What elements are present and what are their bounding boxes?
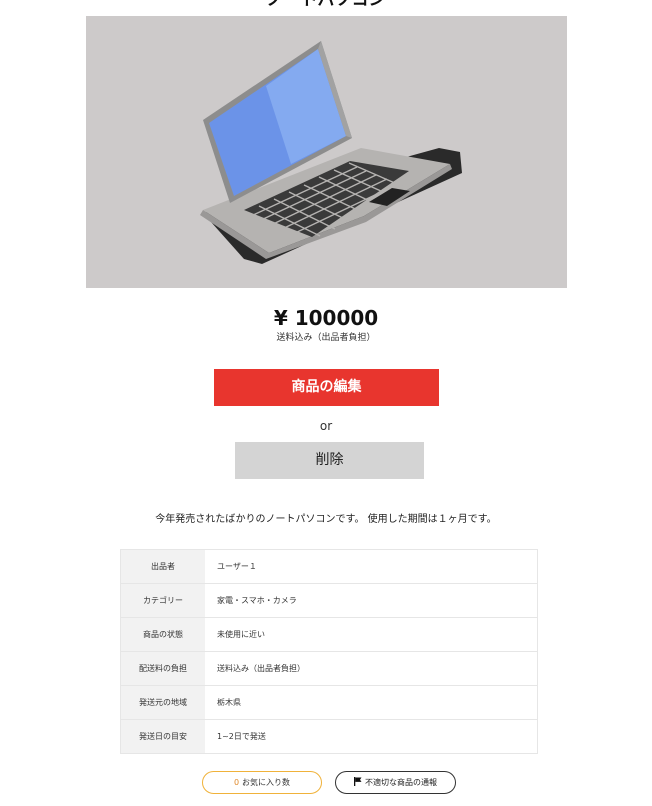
edit-product-button[interactable]: 商品の編集 [214, 369, 439, 406]
flag-icon [354, 777, 362, 786]
detail-value-category: 家電・スマホ・カメラ [205, 583, 538, 618]
report-label: 不適切な商品の通報 [365, 778, 437, 787]
detail-value-seller: ユーザー１ [217, 561, 257, 571]
detail-label-seller: 出品者 [120, 549, 205, 584]
detail-value-origin: 栃木県 [205, 685, 538, 720]
product-price: ¥ 100000 [273, 306, 379, 330]
laptop-image [200, 41, 462, 264]
table-row: 発送日の目安 1~2日で発送 [120, 719, 538, 754]
or-separator: or [319, 419, 333, 433]
report-button[interactable]: 不適切な商品の通報 [335, 771, 456, 794]
table-row: 発送元の地域 栃木県 [120, 685, 538, 720]
detail-value-ship-days: 1~2日で発送 [205, 719, 538, 754]
detail-label-condition: 商品の状態 [120, 617, 205, 652]
detail-value-shipping-fee: 送料込み（出品者負担） [205, 651, 538, 686]
product-description: 今年発売されたばかりのノートパソコンです。 使用した期間は１ヶ月です。 [155, 514, 497, 525]
shipping-note: 送料込み（出品者負担） [276, 333, 376, 343]
product-image [86, 16, 567, 288]
page-title: ノートパソコン [266, 0, 386, 10]
detail-label-category: カテゴリー [120, 583, 205, 618]
detail-label-ship-days: 発送日の目安 [120, 719, 205, 754]
favorite-button[interactable]: 0 お気に入り数 [202, 771, 322, 794]
table-row: カテゴリー 家電・スマホ・カメラ [120, 583, 538, 618]
delete-button[interactable]: 削除 [235, 442, 424, 479]
favorite-label: お気に入り数 [242, 778, 291, 787]
favorite-count: 0 [233, 778, 240, 787]
table-row: 出品者 ユーザー１ [120, 549, 538, 584]
table-row: 商品の状態 未使用に近い [120, 617, 538, 652]
detail-label-origin: 発送元の地域 [120, 685, 205, 720]
table-row: 配送料の負担 送料込み（出品者負担） [120, 651, 538, 686]
detail-label-shipping-fee: 配送料の負担 [120, 651, 205, 686]
product-details-table: 出品者 ユーザー１ カテゴリー 家電・スマホ・カメラ 商品の状態 未使用に近い … [120, 549, 538, 754]
detail-value-condition: 未使用に近い [205, 617, 538, 652]
